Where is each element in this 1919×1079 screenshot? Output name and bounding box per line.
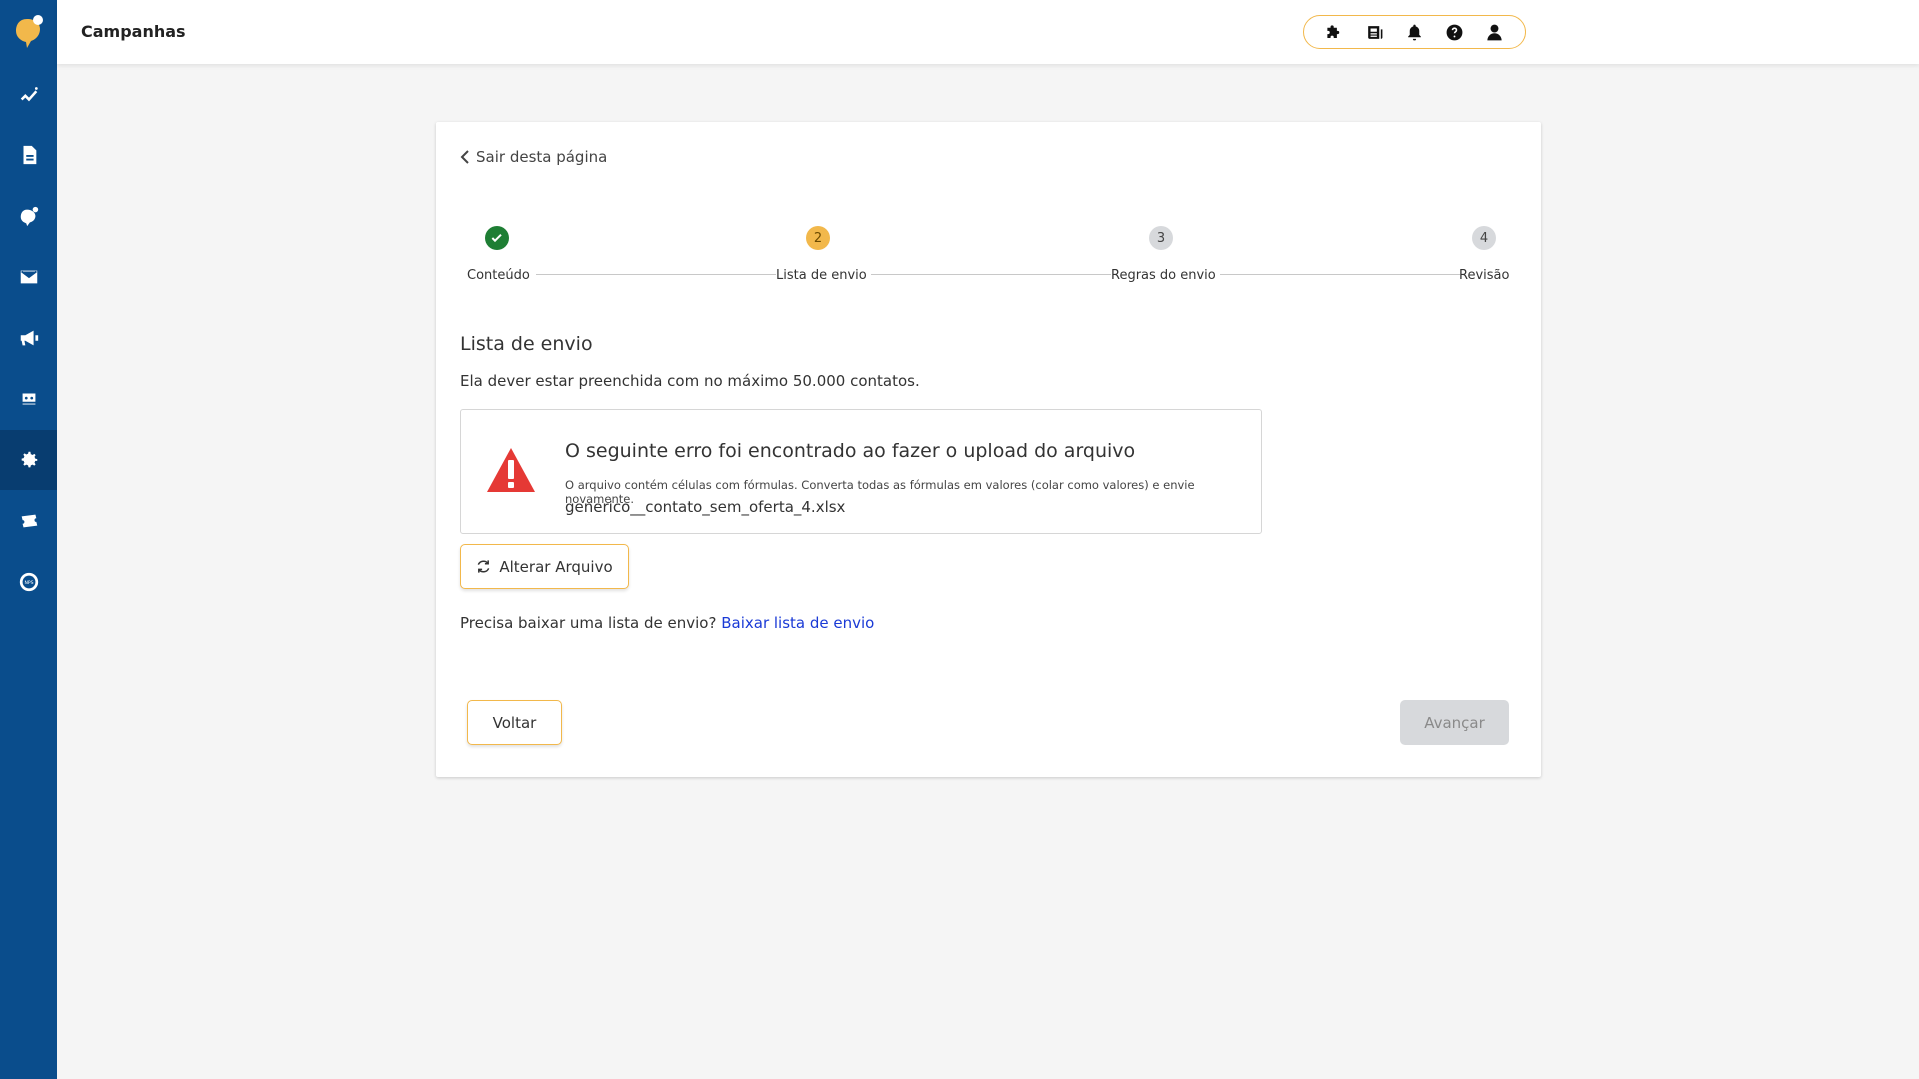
campaign-wizard-card: Sair desta página Conteúdo 2 Lista de en… [436, 122, 1541, 777]
notifications-button[interactable] [1402, 20, 1426, 44]
toolbar-icons [1303, 15, 1526, 49]
sidebar: NPS [0, 0, 57, 1079]
refresh-icon [478, 560, 490, 573]
back-button[interactable]: Voltar [467, 700, 562, 745]
svg-text:NPS: NPS [24, 580, 33, 586]
topbar: Campanhas [57, 0, 1919, 64]
download-prompt-row: Precisa baixar uma lista de envio? Baixa… [460, 614, 874, 632]
sidebar-item-reports[interactable] [0, 125, 57, 185]
bot-icon [21, 393, 36, 405]
bell-icon [1408, 24, 1421, 40]
mail-icon [20, 270, 37, 284]
step-1-done [485, 226, 509, 250]
download-list-link[interactable]: Baixar lista de envio [721, 614, 874, 632]
sidebar-item-messages[interactable] [0, 247, 57, 307]
document-icon [23, 145, 36, 165]
megaphone-icon [20, 330, 38, 346]
help-icon [1446, 24, 1463, 40]
sidebar-item-tickets[interactable] [0, 491, 57, 551]
help-button[interactable] [1443, 20, 1467, 44]
stepper-connector [871, 274, 1111, 275]
integrations-button[interactable] [1322, 20, 1346, 44]
error-filename: generico__contato_sem_oferta_4.xlsx [565, 498, 846, 516]
exit-page-label: Sair desta página [476, 148, 608, 166]
sidebar-item-nps[interactable]: NPS [0, 552, 57, 612]
step-2-current: 2 [806, 226, 830, 250]
logo-bubble-icon [20, 206, 38, 227]
step-1-label: Conteúdo [467, 268, 530, 283]
step-3-pending: 3 [1149, 226, 1173, 250]
change-file-button[interactable]: Alterar Arquivo [460, 544, 629, 589]
upload-error-box: O seguinte erro foi encontrado ao fazer … [460, 409, 1262, 534]
change-file-label: Alterar Arquivo [499, 557, 613, 576]
page-title: Campanhas [81, 22, 186, 41]
stepper-connector [536, 274, 776, 275]
profile-button[interactable] [1483, 20, 1507, 44]
warning-icon [487, 448, 535, 492]
exit-page-link[interactable]: Sair desta página [460, 148, 607, 166]
gear-icon [21, 451, 37, 468]
news-button[interactable] [1362, 20, 1386, 44]
puzzle-icon [1326, 24, 1339, 38]
sidebar-item-bots[interactable] [0, 369, 57, 429]
section-description: Ela dever estar preenchida com no máximo… [460, 372, 920, 390]
nps-icon: NPS [19, 572, 38, 592]
stepper-connector [1220, 274, 1460, 275]
app-logo-icon[interactable] [14, 13, 44, 49]
download-prompt: Precisa baixar uma lista de envio? [460, 614, 717, 632]
chevron-left-icon [460, 150, 469, 164]
sidebar-item-dashboard[interactable] [0, 64, 57, 124]
error-title: O seguinte erro foi encontrado ao fazer … [565, 440, 1136, 462]
section-title: Lista de envio [460, 333, 593, 355]
sidebar-item-campaigns[interactable] [0, 308, 57, 368]
chart-line-icon [20, 87, 38, 102]
next-button[interactable]: Avançar [1400, 700, 1509, 745]
step-2-label: Lista de envio [776, 268, 867, 283]
check-icon [491, 233, 502, 243]
step-3-label: Regras do envio [1111, 268, 1216, 283]
ticket-icon [21, 514, 37, 528]
sidebar-item-settings[interactable] [0, 430, 57, 490]
news-icon [1367, 25, 1383, 39]
step-4-label: Revisão [1459, 268, 1510, 283]
sidebar-item-conversations[interactable] [0, 186, 57, 246]
user-icon [1487, 24, 1502, 40]
step-4-pending: 4 [1472, 226, 1496, 250]
